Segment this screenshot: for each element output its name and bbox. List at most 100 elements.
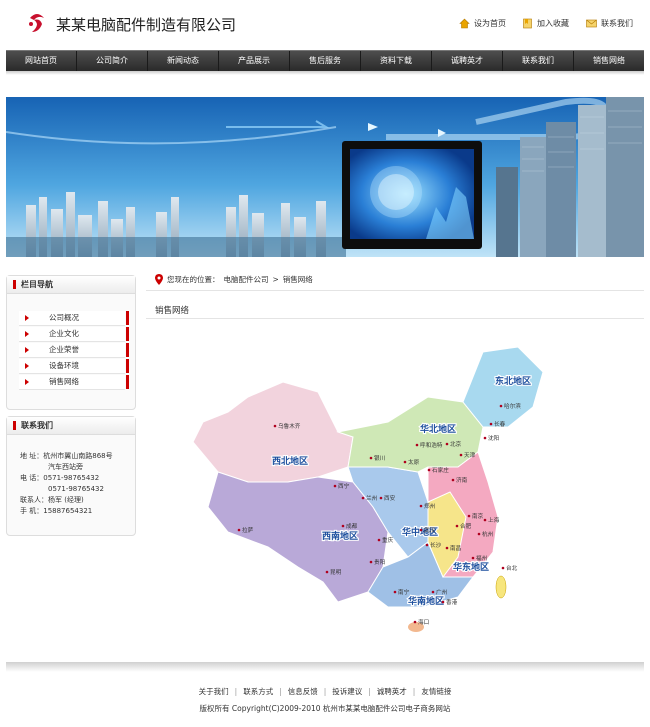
city-label-10: 兰州: [366, 494, 377, 502]
sidebar-item-label: 企业荣誉: [49, 345, 79, 354]
city-label-26: 昆明: [330, 569, 342, 576]
city-label-29: 广州: [436, 588, 447, 596]
city-label-5: 天津: [464, 452, 476, 459]
location-pin-icon: [155, 274, 163, 285]
footer-link-3[interactable]: 投诉建议: [332, 687, 362, 696]
region-label-6: 华南地区: [408, 595, 444, 607]
sidebar-item-4[interactable]: 销售网络: [19, 375, 129, 390]
breadcrumb-home-link[interactable]: 电脑配件公司: [224, 274, 269, 285]
mobile-value: 15887654321: [43, 507, 93, 515]
nav-item-5[interactable]: 资料下载: [361, 51, 432, 71]
footer-link-4[interactable]: 诚聘英才: [377, 687, 407, 696]
contact-us-link[interactable]: 联系我们: [586, 18, 633, 29]
phone-value-2: 0571-98765432: [48, 485, 104, 493]
city-label-30: 香港: [446, 598, 458, 606]
nav-item-7[interactable]: 联系我们: [503, 51, 574, 71]
city-label-27: 拉萨: [242, 526, 254, 534]
footer-link-5[interactable]: 友情链接: [421, 687, 451, 696]
city-label-24: 重庆: [382, 536, 394, 544]
nav-item-6[interactable]: 诚聘英才: [432, 51, 503, 71]
divider: [146, 290, 644, 291]
sidebar-contact-box: 联系我们 地 址：杭州市翼山南路868号 汽车西站旁 电 话： 0571-9876…: [6, 416, 136, 536]
region-label-5: 华东地区: [453, 561, 489, 573]
taiwan-island: [495, 575, 507, 599]
red-bar-icon: [126, 359, 129, 373]
region-label-0: 东北地区: [495, 375, 531, 387]
city-dot-11: [333, 484, 337, 488]
separator: |: [279, 687, 282, 696]
nav-item-1[interactable]: 公司简介: [77, 51, 148, 71]
city-dot-20: [425, 543, 429, 547]
city-label-3: 沈阳: [488, 434, 500, 442]
separator: |: [234, 687, 238, 696]
banner-image: [6, 97, 644, 257]
nav-item-4[interactable]: 售后服务: [290, 51, 361, 71]
city-dot-28: [393, 590, 397, 594]
nav-item-3[interactable]: 产品展示: [219, 51, 290, 71]
bookmark-icon: [523, 18, 532, 29]
sidebar-item-2[interactable]: 企业荣誉: [19, 343, 129, 358]
breadcrumb-prefix: 您现在的位置：: [167, 275, 220, 284]
region-northeast-area: [462, 346, 544, 428]
city-label-19: 武汉: [424, 526, 436, 534]
add-favorite-link[interactable]: 加入收藏: [522, 18, 569, 29]
arrow-right-icon: [25, 331, 29, 337]
sidebar-item-1[interactable]: 企业文化: [19, 327, 129, 342]
nav-item-0[interactable]: 网站首页: [6, 51, 77, 71]
sales-network-map: 东北地区华北地区西北地区西南地区 华中地区华东地区华南地区 乌鲁木齐哈尔滨长春沈阳…: [192, 346, 544, 632]
arrow-right-icon: [25, 315, 29, 321]
sidebar-menu: 公司概况企业文化企业荣誉设备环境 销售网络: [7, 311, 135, 390]
city-dot-31: [413, 620, 417, 624]
city-label-7: 太原: [408, 458, 420, 466]
contact-person-value: 杨军 (经理): [48, 496, 84, 504]
sidebar-item-3[interactable]: 设备环境: [19, 359, 129, 374]
sidebar-item-label: 企业文化: [49, 329, 79, 338]
address-label: 地 址：: [20, 452, 44, 460]
breadcrumb: 您现在的位置： 电脑配件公司 > 销售网络: [155, 274, 313, 285]
red-bar-icon: [13, 421, 16, 430]
footer-link-1[interactable]: 联系方式: [243, 687, 273, 696]
city-dot-10: [361, 496, 365, 500]
city-dot-26: [325, 570, 329, 574]
city-dot-23: [341, 524, 345, 528]
city-dot-22: [471, 556, 475, 560]
city-dot-17: [483, 518, 487, 522]
phone-label: 电 话：: [20, 474, 44, 482]
address-value: 杭州市翼山南路868号: [43, 452, 113, 460]
city-dot-3: [483, 436, 487, 440]
city-dot-24: [377, 538, 381, 542]
city-dot-6: [415, 443, 419, 447]
red-bar-icon: [126, 327, 129, 341]
city-dot-4: [445, 442, 449, 446]
copyright-text: 版权所有 Copyright(C)2009-2010 杭州市某某电脑配件公司电子…: [199, 704, 451, 713]
address-value-2: 汽车西站旁: [48, 463, 83, 471]
city-dot-14: [451, 478, 455, 482]
nav-item-2[interactable]: 新闻动态: [148, 51, 219, 71]
city-label-6: 呼和浩特: [420, 441, 443, 449]
city-dot-30: [441, 600, 445, 604]
city-dot-7: [403, 460, 407, 464]
city-dot-25: [369, 560, 373, 564]
set-homepage-label: 设为首页: [474, 19, 506, 28]
contact-person-label: 联系人：: [20, 496, 48, 504]
city-dot-16: [455, 524, 459, 528]
red-bar-icon: [126, 375, 129, 389]
city-label-0: 乌鲁木齐: [278, 422, 301, 430]
set-homepage-link[interactable]: 设为首页: [459, 18, 506, 29]
footer-link-0[interactable]: 关于我们: [199, 687, 229, 696]
nav-item-8[interactable]: 销售网络: [574, 51, 644, 71]
footer-link-2[interactable]: 信息反馈: [288, 687, 318, 696]
sidebar-nav-title: 栏目导航: [21, 280, 53, 289]
breadcrumb-current: 销售网络: [282, 275, 313, 284]
separator: |: [323, 687, 327, 696]
nav-shadow: [6, 71, 644, 75]
city-dot-0: [273, 424, 277, 428]
city-label-11: 西宁: [338, 482, 350, 490]
sidebar-contact-title: 联系我们: [21, 421, 53, 430]
sidebar-item-0[interactable]: 公司概况: [19, 311, 129, 326]
region-northwest-area: [192, 381, 354, 483]
city-dot-32: [501, 566, 505, 570]
city-label-16: 合肥: [460, 522, 472, 530]
sidebar-nav-box: 栏目导航 公司概况企业文化企业荣誉设备环境 销售网络: [6, 275, 136, 410]
city-dot-12: [379, 496, 383, 500]
